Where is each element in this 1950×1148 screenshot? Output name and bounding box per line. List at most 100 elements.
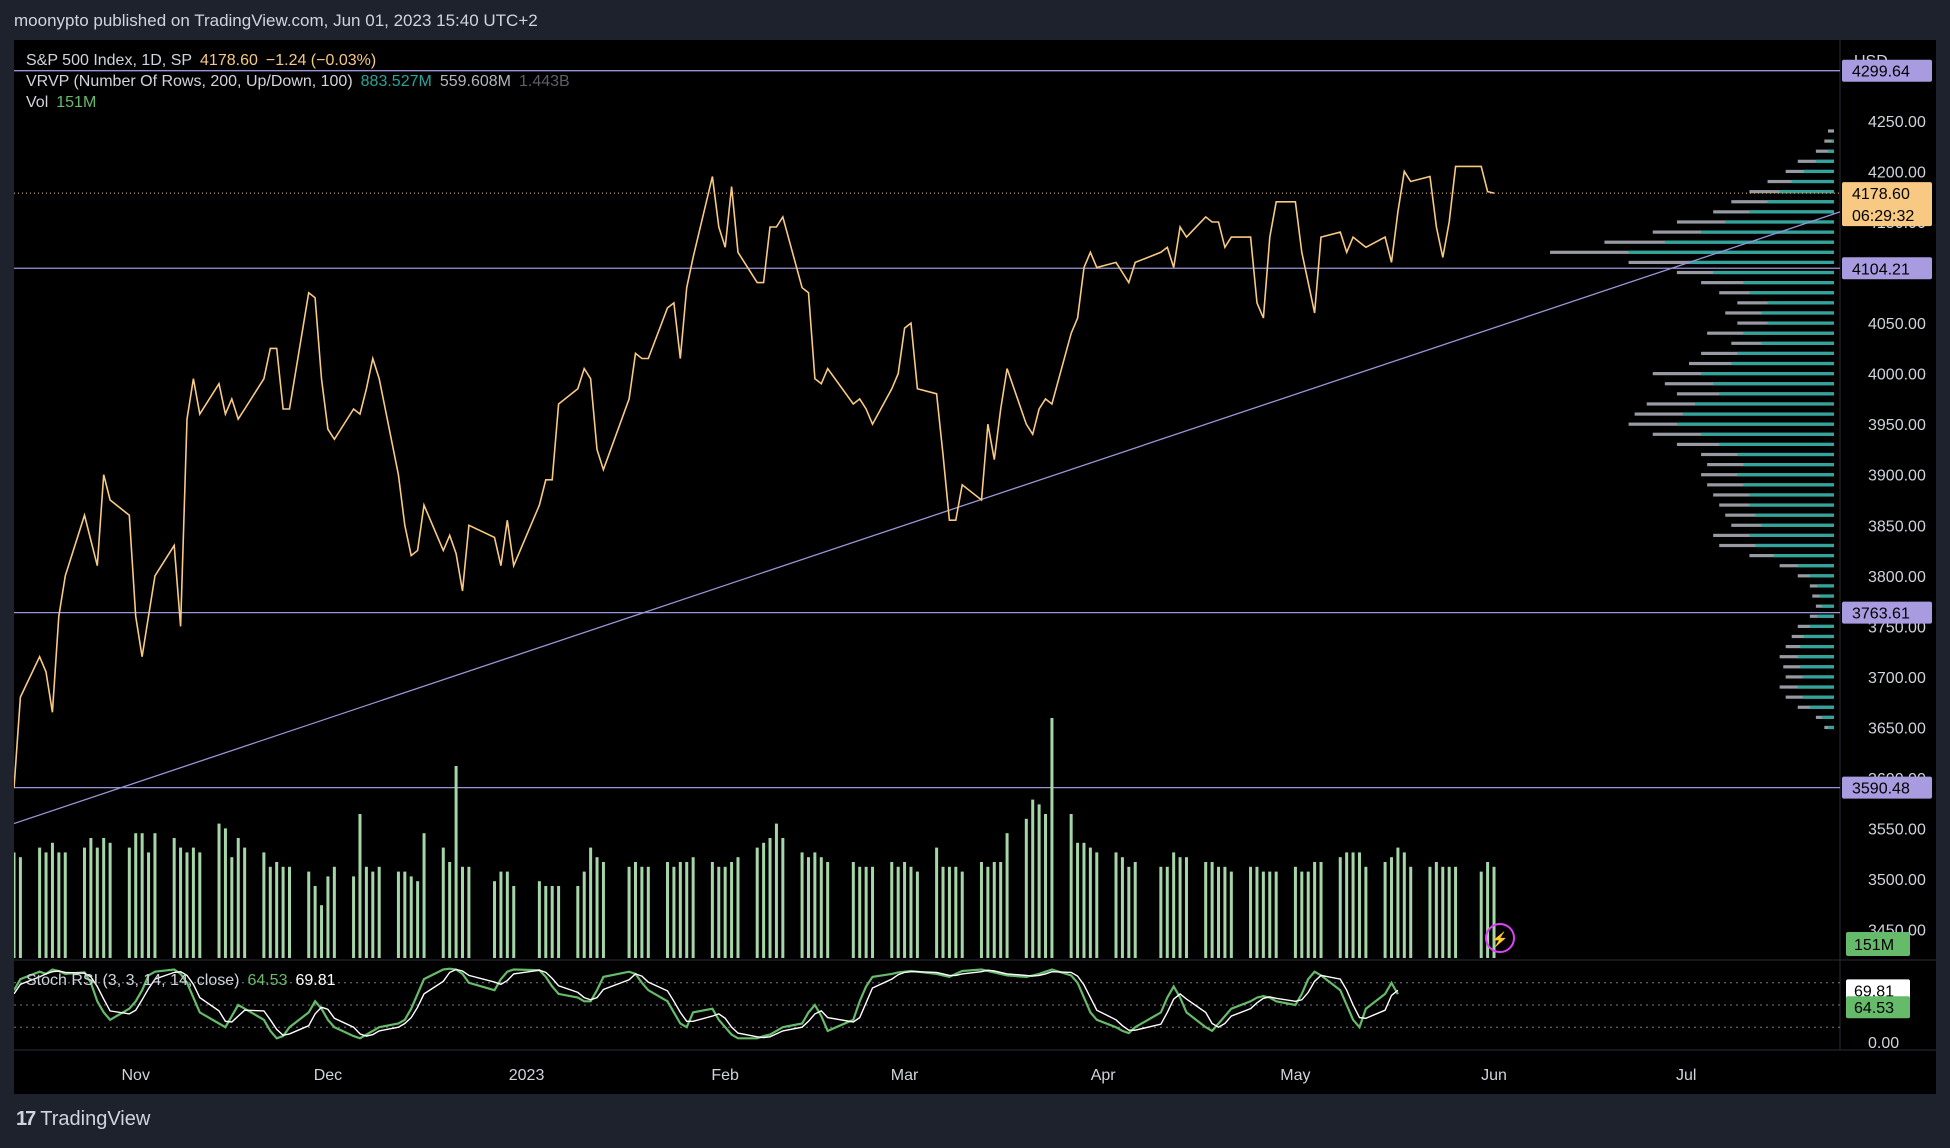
volume-bar: [1402, 852, 1406, 958]
volume-bar: [762, 842, 766, 958]
vrvp-row-up: [1831, 139, 1834, 143]
volume-bar: [493, 881, 497, 958]
y-tick-label: 4200.00: [1868, 164, 1926, 181]
vrvp-row-up: [1817, 584, 1834, 588]
vrvp-row-up: [1719, 392, 1834, 396]
volume-bar: [243, 847, 247, 958]
chart-canvas[interactable]: USD3450.003500.003550.003600.003650.0037…: [14, 40, 1936, 1094]
vrvp-row-up: [1701, 432, 1834, 436]
vrvp-row-up: [1819, 594, 1834, 598]
volume-bar: [755, 847, 759, 958]
volume-bar: [185, 852, 189, 958]
volume-bar: [172, 838, 176, 958]
volume-bar: [153, 833, 157, 958]
volume-bar: [1037, 804, 1041, 958]
volume-bar: [95, 847, 99, 958]
volume-bar: [871, 866, 875, 958]
vrvp-row-total: [1827, 129, 1834, 133]
volume-bar: [236, 838, 240, 958]
volume-bar: [313, 886, 317, 958]
volume-bar: [1390, 857, 1394, 958]
volume-title[interactable]: Vol: [26, 94, 48, 111]
vrvp-row-up: [1773, 554, 1834, 558]
symbol-title[interactable]: S&P 500 Index, 1D, SP: [26, 52, 192, 69]
volume-bar: [50, 842, 54, 958]
volume-bar: [576, 886, 580, 958]
volume-bar: [1172, 852, 1176, 958]
volume-bar: [358, 814, 362, 958]
volume-bar: [813, 852, 817, 958]
vrvp-row-up: [1800, 644, 1834, 649]
vrvp-row-up: [1797, 685, 1834, 689]
volume-bar: [1319, 862, 1323, 958]
volume-bar: [147, 852, 151, 958]
volume-bar: [582, 871, 586, 958]
volume-bar: [38, 847, 42, 958]
volume-bar: [505, 871, 509, 958]
tradingview-brand: TradingView: [40, 1108, 151, 1130]
volume-bar: [102, 838, 106, 958]
volume-bar: [947, 866, 951, 958]
volume-bar: [1383, 862, 1387, 958]
vrvp-title[interactable]: VRVP (Number Of Rows, 200, Up/Down, 100): [26, 73, 353, 90]
y-tick-label: 3500.00: [1868, 872, 1926, 889]
volume-bar: [217, 823, 221, 958]
vrvp-row-up: [1821, 604, 1834, 608]
volume-bar: [1031, 799, 1035, 958]
y-tick-label: 4250.00: [1868, 114, 1926, 131]
volume-bar: [499, 871, 503, 958]
volume-bar: [672, 866, 676, 958]
volume-bar: [332, 866, 336, 958]
volume-bar: [646, 866, 650, 958]
volume-bar: [108, 842, 112, 958]
volume-bar: [352, 876, 356, 958]
volume-bar: [717, 866, 721, 958]
vrvp-row-up: [1827, 149, 1834, 153]
vrvp-row-up: [1749, 503, 1834, 507]
volume-tag: 151M: [1854, 937, 1894, 954]
vrvp-row-up: [1701, 230, 1834, 234]
tradingview-logo[interactable]: 17 TradingView: [16, 1108, 150, 1131]
y-tick-label: 4050.00: [1868, 316, 1926, 333]
vrvp-row-up: [1749, 291, 1834, 295]
volume-bar: [1217, 866, 1221, 958]
volume-bar: [1447, 866, 1451, 958]
volume-bar: [1095, 852, 1099, 958]
chart-background: [14, 40, 1936, 1094]
volume-bar: [896, 866, 900, 958]
volume-bar: [986, 866, 990, 958]
last-price-tag-countdown: 06:29:32: [1852, 208, 1914, 225]
y-tick-label: 3800.00: [1868, 569, 1926, 586]
vrvp-row-up: [1695, 402, 1834, 406]
volume-bar: [1024, 818, 1028, 958]
vrvp-row-up: [1725, 220, 1834, 224]
volume-bar: [544, 886, 548, 958]
stoch-y-tick: 0.00: [1868, 1035, 1899, 1052]
vrvp-row-up: [1827, 725, 1834, 730]
vrvp-row-up: [1755, 543, 1834, 548]
volume-bar: [601, 862, 605, 958]
volume-bar: [377, 866, 381, 958]
volume-bar: [1396, 847, 1400, 958]
volume-bar: [960, 871, 964, 958]
vrvp-row-up: [1761, 523, 1834, 527]
volume-bar: [1357, 852, 1361, 958]
volume-bar: [1210, 862, 1214, 958]
vrvp-row-up: [1713, 270, 1834, 275]
vrvp-row-up: [1755, 513, 1834, 517]
volume-bar: [262, 852, 266, 958]
volume-bar: [691, 857, 695, 958]
vrvp-row-up: [1803, 169, 1834, 174]
price-change: −1.24 (−0.03%): [265, 52, 377, 69]
volume-bar: [467, 866, 471, 958]
level-price-tag: 3590.48: [1852, 781, 1910, 798]
volume-bar: [903, 862, 907, 958]
volume-bar: [1005, 833, 1009, 958]
y-tick-label: 3850.00: [1868, 518, 1926, 535]
stoch-title[interactable]: Stoch RSI (3, 3, 14, 14, close): [26, 972, 239, 989]
vrvp-row-up: [1737, 473, 1834, 477]
vrvp-row-up: [1628, 250, 1834, 254]
x-tick-label: May: [1280, 1067, 1310, 1084]
vrvp-row-up: [1809, 574, 1834, 578]
x-tick-label: Mar: [891, 1067, 919, 1084]
